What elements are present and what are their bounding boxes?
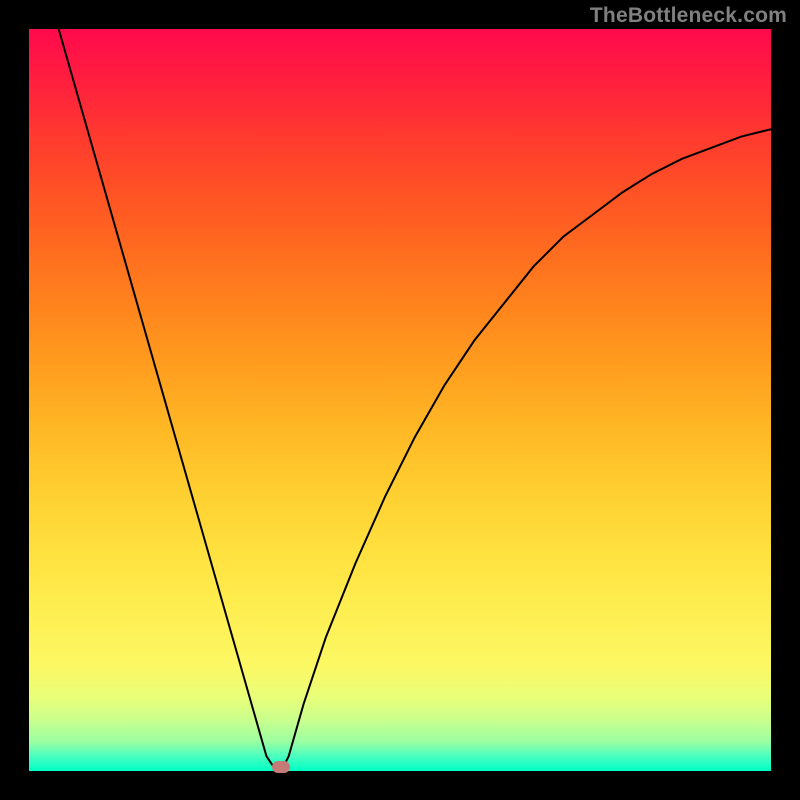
chart-plot-area <box>29 29 771 771</box>
optimal-point-marker <box>272 761 290 773</box>
bottleneck-curve <box>29 29 771 771</box>
watermark-text: TheBottleneck.com <box>590 4 787 28</box>
chart-frame: TheBottleneck.com <box>0 0 800 800</box>
